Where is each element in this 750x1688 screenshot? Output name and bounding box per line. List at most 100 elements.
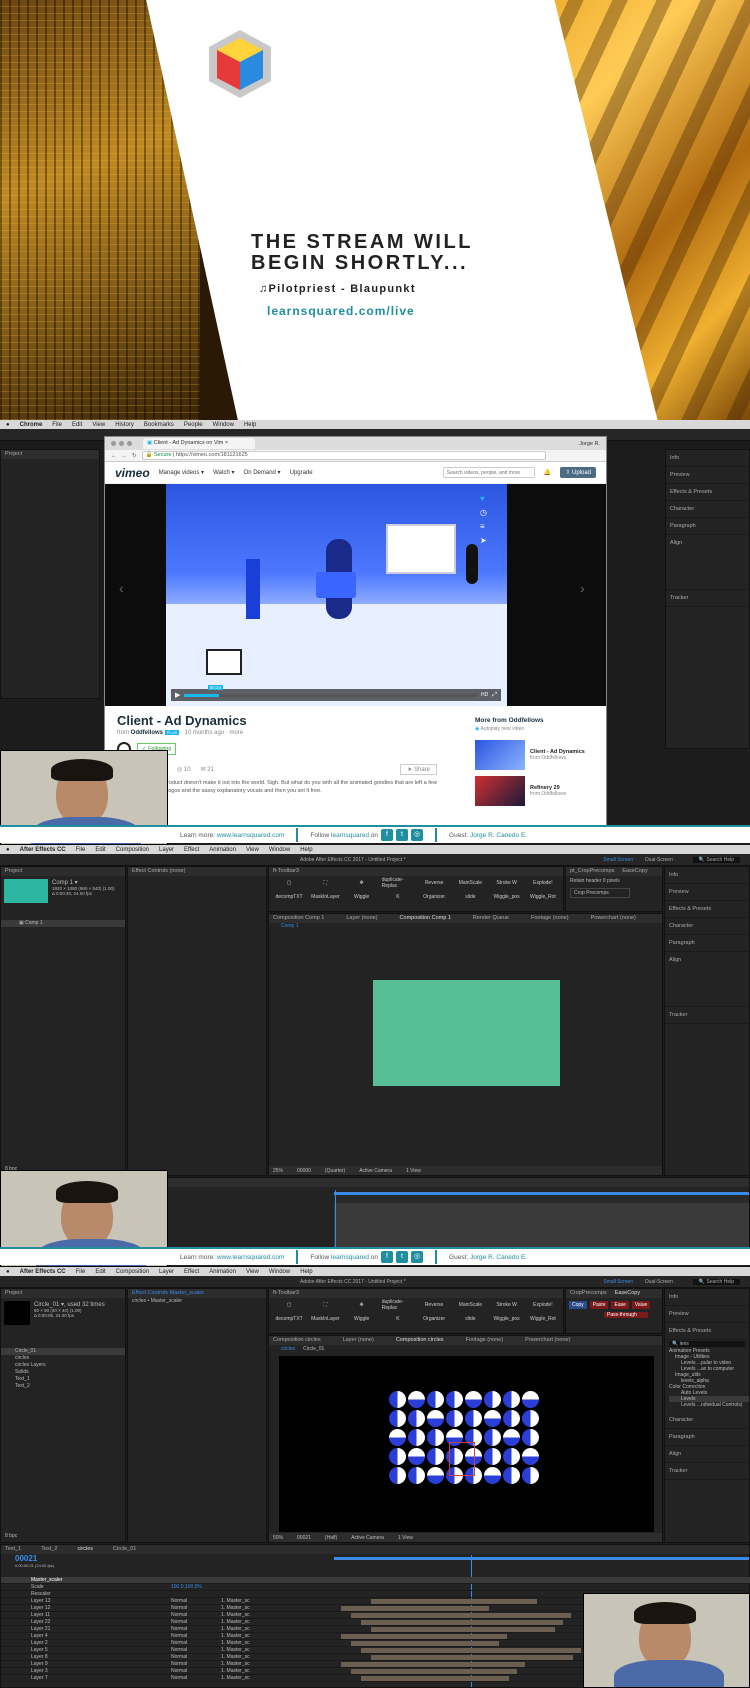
timeline-tab[interactable]: Text_1 (5, 1545, 21, 1554)
next-video-icon[interactable]: › (580, 580, 585, 596)
workspace-small-screen[interactable]: Small Screen (603, 857, 633, 863)
autoplay-row[interactable]: ◉ Autoplay next video (475, 726, 603, 732)
view-layout-select[interactable]: 1 View (398, 1535, 413, 1541)
layer-parent[interactable]: 1. Master_sc (221, 1626, 250, 1632)
tab-render-queue[interactable]: Render Queue (473, 914, 509, 923)
comp-breadcrumb[interactable]: Comp 1 (269, 923, 662, 931)
timeline-tab[interactable]: Text_2 (41, 1545, 57, 1554)
viewer-timecode[interactable]: 00021 (297, 1535, 311, 1541)
tab-footage[interactable]: Footage (none) (466, 1336, 504, 1345)
menu-after-effects[interactable]: After Effects CC (20, 1269, 66, 1275)
tracker-panel[interactable]: Tracker (666, 590, 749, 607)
nav-on-demand[interactable]: On Demand ▾ (244, 469, 281, 476)
tab-powerchart[interactable]: Powerchart (none) (525, 1336, 570, 1345)
layer-parent[interactable]: 1. Master_sc (221, 1598, 250, 1604)
share-plane-icon[interactable]: ➤ (480, 534, 487, 548)
easecopy-tab[interactable]: EaseCopy (615, 1289, 640, 1298)
menu-help[interactable]: Help (300, 1269, 312, 1275)
timeline-tab-active[interactable]: circles (77, 1545, 93, 1554)
reload-icon[interactable]: ↻ (132, 453, 137, 459)
resolution-select[interactable]: (Quarter) (325, 1168, 345, 1174)
layer-parent[interactable]: 1. Master_sc (221, 1633, 250, 1639)
workspace-dual-screen[interactable]: Dual-Screen (645, 1279, 673, 1285)
search-help-field[interactable]: 🔍 Search Help (692, 1278, 740, 1285)
facebook-icon[interactable]: f (381, 829, 394, 841)
info-panel[interactable]: Info (665, 1289, 749, 1306)
seek-bar[interactable]: 00:24 (184, 684, 477, 697)
ft-btn[interactable]: decompTXT (273, 891, 305, 903)
instagram-icon[interactable]: ◎ (411, 829, 424, 841)
ft-btn[interactable]: K (382, 891, 414, 903)
ft-icon-btn[interactable]: ▢ (273, 1299, 305, 1311)
paragraph-panel[interactable]: Paragraph (665, 935, 749, 952)
project-item[interactable]: Text_2 (1, 1383, 125, 1390)
likes-icon[interactable]: ◎ 10 (177, 766, 191, 773)
window-zoom-icon[interactable] (127, 441, 132, 446)
menu-layer[interactable]: Layer (159, 1269, 174, 1275)
ft-btn[interactable]: MainScale (454, 1299, 486, 1311)
ft-btn[interactable]: Wiggle_Rot (527, 891, 559, 903)
layer-mode[interactable]: Normal (171, 1668, 221, 1674)
tab-composition-active[interactable]: Composition circles (396, 1336, 444, 1345)
tab-layer[interactable]: Layer (none) (346, 914, 377, 923)
menu-file[interactable]: File (76, 847, 86, 853)
ft-btn[interactable]: duplicate-Replac (382, 877, 414, 889)
menu-window[interactable]: Window (269, 1269, 290, 1275)
selection-bounding-box[interactable] (449, 1442, 475, 1476)
tab-composition[interactable]: Composition Comp 1 (273, 914, 324, 923)
layer-parent[interactable]: 1. Master_sc (221, 1661, 250, 1667)
ft-btn[interactable]: Reverse (418, 1299, 450, 1311)
project-item[interactable]: circles Layers (1, 1362, 125, 1369)
layer-parent[interactable]: 1. Master_sc (221, 1675, 250, 1681)
view-layout-select[interactable]: 1 View (406, 1168, 421, 1174)
author-link[interactable]: Oddfellows (131, 730, 163, 736)
ft-btn[interactable]: Wiggle_pos (491, 891, 523, 903)
project-item[interactable]: circles (1, 1355, 125, 1362)
layer-mode[interactable]: Normal (171, 1626, 221, 1632)
ft-btn[interactable]: duplicate-Replac (382, 1299, 414, 1311)
vimeo-logo[interactable]: vimeo (115, 466, 150, 480)
crop-precomps-button[interactable]: Crop Precomps (570, 888, 630, 898)
layer-mode[interactable]: Normal (171, 1619, 221, 1625)
menu-view[interactable]: View (246, 847, 259, 853)
layer-duration-bar[interactable] (371, 1655, 573, 1660)
tab-composition-active[interactable]: Composition Comp 1 (400, 914, 451, 923)
align-panel[interactable]: Align (665, 952, 749, 1007)
menu-layer[interactable]: Layer (159, 847, 174, 853)
like-heart-icon[interactable]: ♥ (480, 492, 487, 506)
hd-icon[interactable]: HD (481, 692, 488, 698)
address-bar[interactable]: 🔒 Secure | https://vimeo.com/181121625 (141, 451, 546, 460)
paste-button[interactable]: Paste (589, 1301, 609, 1309)
comp-solid-shape[interactable] (373, 980, 560, 1086)
share-button[interactable]: ➤ Share (400, 764, 437, 775)
layer-duration-bar[interactable] (371, 1599, 537, 1604)
menu-effect[interactable]: Effect (184, 847, 199, 853)
menu-file[interactable]: File (76, 1269, 86, 1275)
tab-composition[interactable]: Composition circles (273, 1336, 321, 1345)
tracker-panel[interactable]: Tracker (665, 1463, 749, 1480)
paragraph-panel[interactable]: Paragraph (665, 1429, 749, 1446)
prev-video-icon[interactable]: ‹ (119, 580, 124, 596)
menu-people[interactable]: People (184, 422, 203, 428)
copy-button[interactable]: Copy (569, 1301, 587, 1309)
menu-composition[interactable]: Composition (116, 1269, 149, 1275)
project-item[interactable]: Solids (1, 1369, 125, 1376)
effect-controls-header[interactable]: Effect Controls (none) (128, 867, 266, 876)
pass-through-button[interactable]: Pass-through (604, 1312, 648, 1318)
project-item[interactable]: Circle_01 (1, 1348, 125, 1355)
ft-btn[interactable]: Wiggle (346, 891, 378, 903)
project-item[interactable]: Text_1 (1, 1376, 125, 1383)
layer-mode[interactable]: Normal (171, 1675, 221, 1681)
window-minimize-icon[interactable] (119, 441, 124, 446)
nav-watch[interactable]: Watch ▾ (213, 469, 234, 476)
ft-btn[interactable]: Explode! (527, 1299, 559, 1311)
layer-mode[interactable]: Normal (171, 1640, 221, 1646)
layer-mode[interactable]: Normal (171, 1661, 221, 1667)
ft-btn[interactable]: Wiggle (346, 1313, 378, 1325)
ft-icon-btn[interactable]: ⛶ (309, 1299, 341, 1311)
tracker-panel[interactable]: Tracker (665, 1007, 749, 1024)
ft-btn[interactable]: Organizer (418, 1313, 450, 1325)
effects-presets-panel[interactable]: Effects & Presets (665, 1323, 749, 1340)
bell-icon[interactable]: 🔔 (544, 469, 551, 476)
breadcrumb-circles[interactable]: circles (281, 1346, 295, 1352)
